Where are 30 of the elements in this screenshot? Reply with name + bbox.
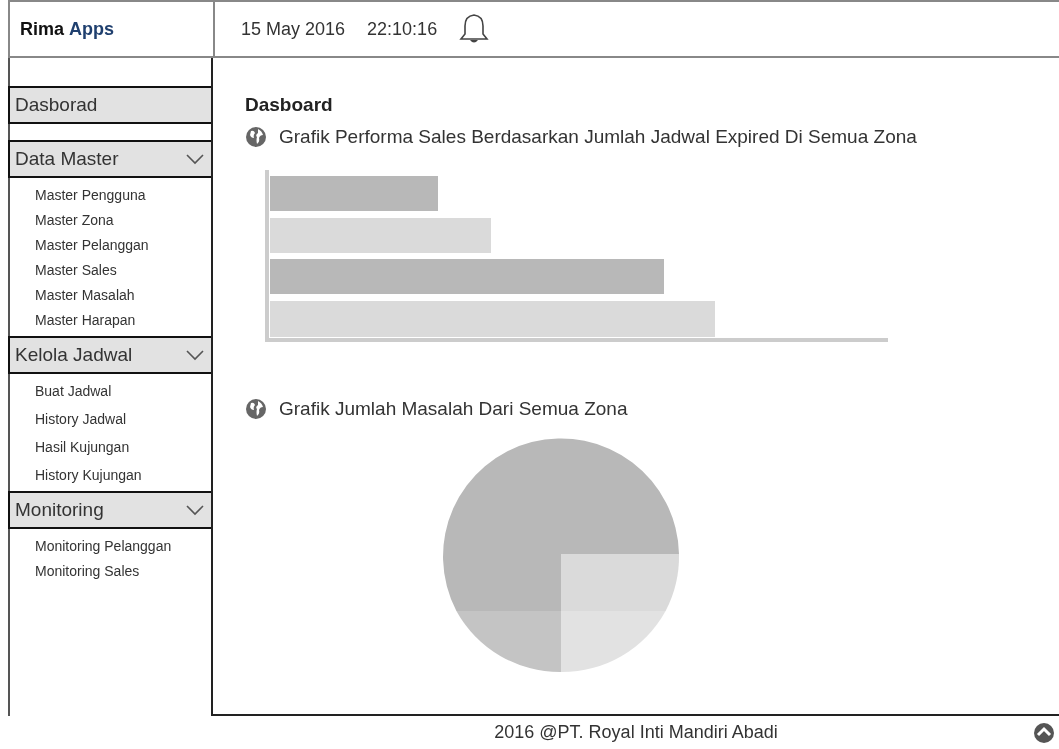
sidebar-subitem[interactable]: Monitoring Pelanggan — [35, 537, 211, 556]
globe-icon — [245, 398, 267, 420]
chart-title: Grafik Performa Sales Berdasarkan Jumlah Jadwal Expired Di Semua Zona — [279, 126, 917, 148]
sidebar-subitem[interactable]: Buat Jadwal — [35, 382, 211, 401]
globe-icon — [245, 126, 267, 148]
date-text: 15 May 2016 — [241, 18, 346, 40]
chart-title: Grafik Jumlah Masalah Dari Semua Zona — [279, 398, 628, 420]
sidebar-item[interactable]: Dasborad — [8, 86, 213, 124]
scroll-up-icon[interactable] — [1033, 722, 1055, 744]
sidebar-subitem[interactable]: Monitoring Sales — [35, 562, 211, 581]
sidebar-subitem[interactable]: Master Masalah — [35, 286, 211, 305]
sidebar-group-header[interactable]: Data Master — [8, 140, 213, 178]
chevron-down-icon — [185, 504, 205, 516]
sidebar-group-header[interactable]: Monitoring — [8, 491, 213, 529]
bell-icon[interactable] — [459, 13, 490, 45]
sidebar-subitem[interactable]: Master Sales — [35, 261, 211, 280]
sidebar-subitem[interactable]: Master Harapan — [35, 311, 211, 330]
chevron-down-icon — [185, 153, 205, 165]
sidebar-subitem[interactable]: Master Pelanggan — [35, 236, 211, 255]
footer-text: 2016 @PT. Royal Inti Mandiri Abadi — [494, 722, 778, 743]
time-text: 22:10:16 — [367, 18, 438, 40]
page-title: Dasboard — [245, 94, 334, 116]
sidebar-subitem[interactable]: History Kujungan — [35, 466, 211, 485]
sidebar-subitem[interactable]: Master Zona — [35, 211, 211, 230]
sidebar-subitem[interactable]: History Jadwal — [35, 410, 211, 429]
sidebar-group-header[interactable]: Kelola Jadwal — [8, 336, 213, 374]
sidebar-subitem[interactable]: Master Pengguna — [35, 186, 211, 205]
chevron-down-icon — [185, 349, 205, 361]
app-brand: Rima Apps — [10, 2, 215, 56]
sidebar-subitem[interactable]: Hasil Kujungan — [35, 438, 211, 457]
